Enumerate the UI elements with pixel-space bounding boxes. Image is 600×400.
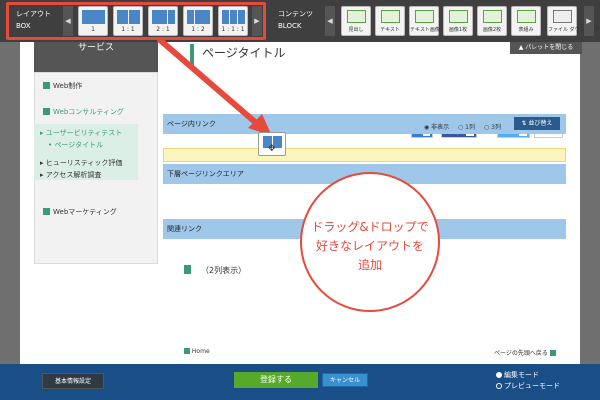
callout-line: 追加 [357, 258, 382, 272]
callout-line: ドラッグ&ドロップで [311, 220, 429, 234]
edit-mode-label: 編集モード [504, 371, 539, 379]
radio-unselected-icon [496, 383, 502, 389]
preview-mode-radio[interactable]: プレビューモード [496, 381, 560, 391]
register-label: 登録する [260, 375, 292, 384]
edit-mode-radio[interactable]: 編集モード [496, 370, 539, 380]
drag-arrow [157, 37, 272, 136]
cancel-label: キャンセル [329, 377, 360, 384]
drag-arrow-line [157, 37, 265, 131]
basic-settings-label: 基本情報設定 [54, 378, 91, 385]
preview-mode-label: プレビューモード [504, 382, 560, 390]
callout-text: ドラッグ&ドロップで 好きなレイアウトを 追加 [306, 218, 434, 275]
cancel-button[interactable]: キャンセル [322, 373, 368, 387]
basic-settings-button[interactable]: 基本情報設定 [42, 373, 104, 389]
register-button[interactable]: 登録する [234, 372, 318, 388]
radio-selected-icon [496, 372, 502, 378]
move-cursor-icon: ✥ [268, 144, 276, 154]
dragged-layout-icon[interactable]: ✥ [258, 132, 286, 156]
callout-line: 好きなレイアウトを [315, 239, 424, 253]
